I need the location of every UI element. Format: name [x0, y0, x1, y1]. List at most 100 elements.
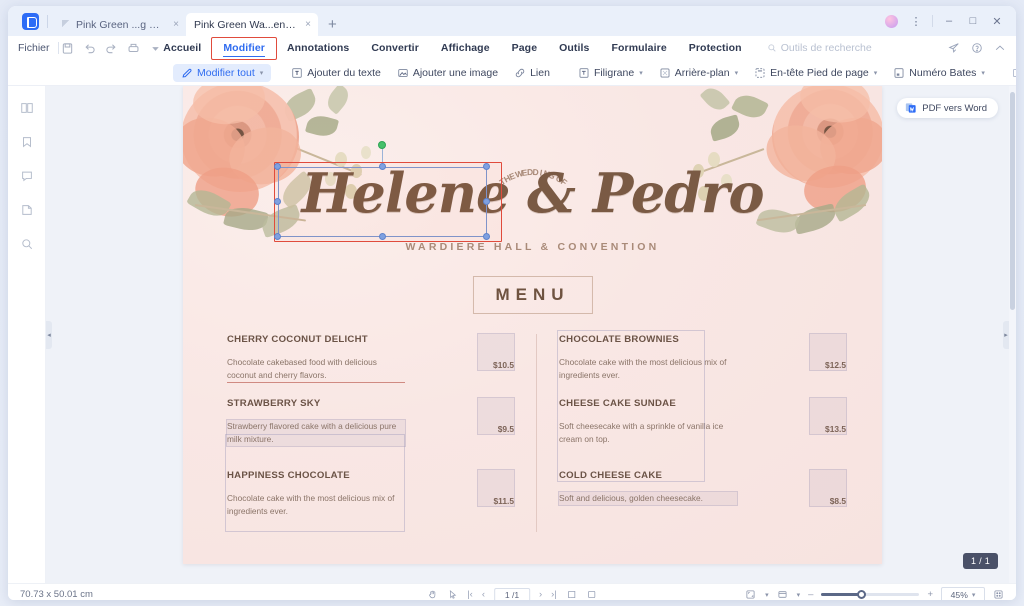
menu-item-page[interactable]: Page — [501, 39, 549, 57]
continuous-view-icon[interactable] — [586, 589, 597, 600]
rotate-handle[interactable] — [378, 141, 386, 149]
search-icon[interactable] — [17, 234, 37, 254]
document-tab-1[interactable]: Pink Green ...g Menu.pdf × — [54, 13, 186, 36]
menu-item-desc: Chocolate cakebased food with delicious … — [227, 356, 405, 383]
pdf-page[interactable]: T H E W E D D I N G O F THE WEDDING OF — [183, 86, 882, 564]
file-menu[interactable]: Fichier — [18, 42, 50, 54]
zoom-in-button[interactable]: + — [927, 589, 933, 600]
save-icon[interactable] — [61, 42, 74, 55]
document-tab-2[interactable]: Pink Green Wa...enu_OCR.pdf * × — [186, 13, 318, 36]
checkbox-icon[interactable] — [1013, 69, 1016, 77]
zoom-level-select[interactable]: 45% ▾ — [941, 587, 985, 600]
undo-icon[interactable] — [83, 42, 96, 55]
collapse-ribbon-icon[interactable] — [994, 42, 1006, 54]
bookmark-icon[interactable] — [17, 132, 37, 152]
tab-strip: Pink Green ...g Menu.pdf × Pink Green Wa… — [8, 6, 1016, 36]
quick-access-toolbar — [61, 42, 162, 55]
ribbon-numero-bates[interactable]: Numéro Bates ▾ — [885, 64, 993, 82]
menu-item-accueil[interactable]: Accueil — [152, 39, 212, 57]
menu-columns: CHERRY COCONUT DELICHT Chocolate cakebas… — [227, 334, 846, 532]
menu-item-protection[interactable]: Protection — [678, 39, 753, 57]
single-page-view-icon[interactable] — [566, 589, 577, 600]
collapse-left-panel-handle[interactable]: ◂ — [46, 321, 52, 349]
ribbon-arriere-plan[interactable]: Arrière-plan ▾ — [651, 64, 746, 82]
menu-label: Formulaire — [612, 42, 667, 54]
menu-item-convertir[interactable]: Convertir — [360, 39, 430, 57]
chevron-down-icon[interactable]: ▾ — [797, 591, 801, 599]
last-page-button[interactable]: ›| — [551, 589, 557, 600]
menu-item-row[interactable]: CHOCOLATE BROWNIES Chocolate cake with t… — [559, 334, 846, 398]
slider-knob[interactable] — [857, 590, 866, 599]
hand-tool-icon[interactable] — [427, 589, 438, 600]
page-layout-icon[interactable] — [777, 589, 788, 600]
menu-item-row[interactable]: HAPPINESS CHOCOLATE Chocolate cake with … — [227, 470, 514, 532]
bates-number-icon — [893, 67, 905, 79]
resize-handle-s[interactable] — [379, 233, 386, 240]
ribbon-ajouter-du-texte[interactable]: Ajouter du texte — [283, 64, 389, 82]
resize-handle-n[interactable] — [379, 163, 386, 170]
menu-item-affichage[interactable]: Affichage — [430, 39, 501, 57]
scrollbar-thumb[interactable] — [1010, 92, 1015, 310]
resize-handle-se[interactable] — [483, 233, 490, 240]
ribbon-lire[interactable]: Lire — [1005, 64, 1016, 82]
rotate-handle-line — [382, 148, 383, 162]
help-icon[interactable] — [971, 42, 983, 54]
print-icon[interactable] — [127, 42, 140, 55]
menu-item-row[interactable]: STRAWBERRY SKY Strawberry flavored cake … — [227, 398, 514, 470]
menu-item-price: $13.5 — [810, 398, 846, 434]
menu-item-formulaire[interactable]: Formulaire — [601, 39, 678, 57]
menu-item-outils[interactable]: Outils — [548, 39, 600, 57]
status-bar: 70.73 x 50.01 cm |‹ ‹ 1 /1 › ›| — [8, 583, 1016, 600]
zoom-level-value: 45% — [951, 590, 968, 600]
resize-handle-e[interactable] — [483, 198, 490, 205]
select-tool-icon[interactable] — [447, 589, 458, 600]
ribbon-modifier-tout[interactable]: Modifier tout ▾ — [173, 64, 271, 82]
menu-item-row[interactable]: COLD CHEESE CAKE Soft and delicious, gol… — [559, 470, 846, 532]
more-options-icon[interactable]: ⋮ — [905, 10, 927, 32]
zoom-slider[interactable] — [821, 589, 919, 601]
avatar[interactable] — [885, 15, 898, 28]
minimize-button[interactable]: – — [938, 10, 960, 32]
menu-bar: Fichier — [8, 36, 1016, 60]
menu-item-row[interactable]: CHEESE CAKE SUNDAE Soft cheesecake with … — [559, 398, 846, 470]
resize-handle-w[interactable] — [274, 198, 281, 205]
zoom-out-button[interactable]: – — [808, 589, 813, 600]
close-icon[interactable]: × — [305, 19, 311, 30]
page-number-input[interactable]: 1 /1 — [494, 588, 530, 601]
main-menu: Accueil Modifier Annotations Convertir A… — [8, 36, 1016, 60]
menu-label: Annotations — [287, 42, 349, 54]
thumbnails-icon[interactable] — [17, 98, 37, 118]
comment-icon[interactable] — [17, 166, 37, 186]
resize-handle-nw[interactable] — [274, 163, 281, 170]
first-page-button[interactable]: |‹ — [467, 589, 473, 600]
menu-item-desc: Soft and delicious, golden cheesecake. — [559, 492, 737, 505]
close-icon[interactable]: × — [173, 19, 179, 30]
ribbon-en-tete-pied-de-page[interactable]: En-tête Pied de page ▾ — [746, 64, 885, 82]
canvas-vertical-scrollbar[interactable] — [1009, 86, 1016, 583]
pdf-to-word-button[interactable]: PDF vers Word — [897, 98, 998, 118]
menu-item-price: $8.5 — [810, 470, 846, 506]
new-tab-button[interactable]: + — [328, 17, 337, 32]
menu-item-modifier[interactable]: Modifier — [212, 39, 276, 57]
fullscreen-icon[interactable] — [993, 589, 1004, 600]
redo-icon[interactable] — [105, 42, 118, 55]
resize-handle-sw[interactable] — [274, 233, 281, 240]
close-window-button[interactable]: ✕ — [986, 10, 1008, 32]
share-icon[interactable] — [948, 42, 960, 54]
pdf-canvas[interactable]: ◂ ▸ — [46, 86, 1016, 583]
chevron-down-icon: ▾ — [639, 69, 643, 77]
prev-page-button[interactable]: ‹ — [482, 589, 485, 600]
ribbon-ajouter-une-image[interactable]: Ajouter une image — [389, 64, 506, 82]
menu-item-name: COLD CHEESE CAKE — [559, 470, 800, 481]
maximize-button[interactable]: □ — [962, 10, 984, 32]
ribbon-filigrane[interactable]: Filigrane ▾ — [570, 64, 651, 82]
fit-page-icon[interactable] — [745, 589, 756, 600]
menu-item-annotations[interactable]: Annotations — [276, 39, 360, 57]
menu-item-row[interactable]: CHERRY COCONUT DELICHT Chocolate cakebas… — [227, 334, 514, 398]
chevron-down-icon[interactable]: ▾ — [765, 591, 769, 599]
search-tools-field[interactable]: Outils de recherche — [767, 42, 872, 54]
attachment-icon[interactable] — [17, 200, 37, 220]
next-page-button[interactable]: › — [539, 589, 542, 600]
resize-handle-ne[interactable] — [483, 163, 490, 170]
ribbon-lien[interactable]: Lien — [506, 64, 558, 82]
